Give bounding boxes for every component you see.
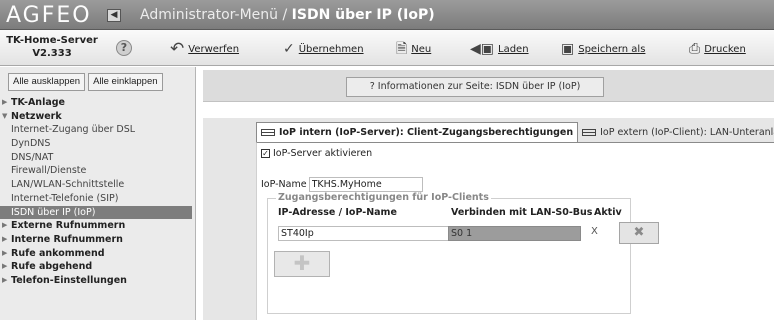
expand-controls: Alle ausklappen Alle einklappen (8, 73, 163, 91)
save-as-button[interactable]: ▣ Speichern als (561, 40, 645, 58)
save-disk-icon: ▣ (561, 41, 575, 57)
sidebar-item-label: DynDNS (11, 138, 51, 150)
sidebar-item[interactable]: Internet-Telefonie (SIP) (0, 192, 195, 206)
new-label: Neu (411, 43, 432, 55)
apply-label: Übernehmen (298, 43, 364, 55)
sidebar-item-label: Netzwerk (11, 110, 62, 122)
sidebar-item-label: ISDN über IP (IoP) (11, 206, 96, 218)
tab-iop-extern[interactable]: IoP extern (IoP-Client): LAN-Unteranlage (578, 122, 774, 142)
tab-iop-intern[interactable]: IoP intern (IoP-Server): Client-Zugangsb… (256, 122, 579, 142)
sidebar-item-label: Internet-Telefonie (SIP) (11, 192, 119, 204)
client-ip-input[interactable] (278, 226, 450, 241)
sidebar-item[interactable]: DynDNS (0, 137, 195, 151)
col-header-ip: IP-Adresse / IoP-Name (278, 207, 397, 218)
title-prefix: Administrator-Menü / (140, 7, 292, 23)
discard-label: Verwerfen (188, 43, 240, 55)
sidebar-group[interactable]: ▼ Netzwerk (0, 110, 195, 124)
new-document-icon: 🗎 (396, 41, 408, 57)
triangle-right-icon: ▶ (2, 234, 8, 243)
collapse-all-button[interactable]: Alle einklappen (88, 73, 163, 91)
sidebar-group[interactable]: ▶ Rufe abgehend (0, 260, 195, 274)
back-arrow-icon[interactable]: ◀ (107, 9, 121, 22)
server-active-row: ✓ IoP-Server aktivieren (261, 148, 372, 159)
toolbar: TK-Home-Server V2.333 ? ↶ Verwerfen ✓ Üb… (0, 30, 774, 66)
triangle-right-icon: ▶ (2, 221, 8, 230)
apply-button[interactable]: ✓ Übernehmen (283, 40, 364, 58)
sidebar: Alle ausklappen Alle einklappen ▶ TK-Anla… (0, 67, 196, 320)
triangle-right-icon: ▶ (2, 262, 8, 271)
triangle-right-icon: ▶ (2, 275, 8, 284)
delete-row-button[interactable]: ✖ (619, 222, 659, 244)
page-info-button[interactable]: ? Informationen zur Seite: ISDN über IP … (346, 77, 604, 97)
info-bar: ? Informationen zur Seite: ISDN über IP … (203, 70, 774, 102)
title-bar: AGFEO ◀ Administrator-Menü / ISDN über I… (0, 0, 774, 30)
new-button[interactable]: 🗎 Neu (396, 40, 431, 58)
title-page: ISDN über IP (IoP) (291, 7, 435, 23)
sidebar-item[interactable]: LAN/WLAN-Schnittstelle (0, 178, 195, 192)
sidebar-item-label: Internet-Zugang über DSL (11, 124, 136, 136)
server-version: V2.333 (32, 48, 72, 59)
col-header-active: Aktiv (594, 207, 622, 218)
iop-name-label: IoP-Name (261, 179, 307, 190)
sidebar-item[interactable]: Internet-Zugang über DSL (0, 123, 195, 137)
access-fieldset: Zugangsberechtigungen für IoP-Clients IP… (267, 192, 659, 314)
checkmark-icon: ✓ (283, 41, 295, 57)
add-icon: ✚ (293, 251, 311, 275)
content-area: IoP intern (IoP-Server): Client-Zugangsb… (203, 118, 774, 320)
tab-panel: ✓ IoP-Server aktivieren IoP-Name Zugangs… (256, 142, 774, 320)
load-disk-icon: ◀▣ (470, 41, 494, 57)
sidebar-item-label: Rufe abgehend (11, 261, 93, 273)
sidebar-group[interactable]: ▶ Externe Rufnummern (0, 219, 195, 233)
page-title: Administrator-Menü / ISDN über IP (IoP) (140, 7, 435, 23)
sidebar-item-label: TK-Anlage (11, 97, 65, 108)
sidebar-item-label: Externe Rufnummern (11, 220, 126, 232)
add-row-button[interactable]: ✚ (274, 251, 330, 277)
server-info: TK-Home-Server V2.333 (6, 34, 98, 60)
main-area: ? Informationen zur Seite: ISDN über IP … (197, 67, 774, 320)
sidebar-item-label: Firewall/Dienste (11, 165, 87, 177)
undo-icon: ↶ (170, 39, 185, 59)
triangle-right-icon: ▶ (2, 248, 8, 257)
active-checkbox[interactable]: X (591, 226, 598, 237)
iop-name-row: IoP-Name (261, 177, 423, 192)
sidebar-item[interactable]: Firewall/Dienste (0, 164, 195, 178)
col-header-bus: Verbinden mit LAN-S0-Bus (451, 207, 593, 218)
expand-all-button[interactable]: Alle ausklappen (8, 73, 86, 91)
sidebar-group[interactable]: ▶ Rufe ankommend (0, 247, 195, 261)
network-table-icon (582, 128, 597, 136)
sidebar-nav: ▶ TK-Anlage ▼ Netzwerk Internet-Zugang über … (0, 96, 195, 288)
sidebar-item-label: Interne Rufnummern (11, 233, 123, 245)
iop-name-input[interactable] (308, 177, 423, 192)
server-active-label: IoP-Server aktivieren (273, 148, 373, 159)
printer-icon: ⎙ (689, 41, 701, 57)
sidebar-item-active[interactable]: ISDN über IP (IoP) (0, 205, 192, 220)
discard-button[interactable]: ↶ Verwerfen (170, 40, 239, 58)
tab-iop-extern-label: IoP extern (IoP-Client): LAN-Unteranlage (600, 126, 774, 138)
help-button[interactable]: ? (116, 40, 132, 56)
print-button[interactable]: ⎙ Drucken (689, 40, 746, 58)
print-label: Drucken (704, 43, 746, 55)
access-legend: Zugangsberechtigungen für IoP-Clients (276, 192, 491, 203)
sidebar-item-label: Telefon-Einstellungen (11, 274, 127, 286)
triangle-right-icon: ▶ (2, 98, 8, 106)
sidebar-group[interactable]: ▶ Telefon-Einstellungen (0, 274, 195, 288)
agfeo-logo: AGFEO (6, 3, 92, 28)
tab-bar: IoP intern (IoP-Server): Client-Zugangsb… (256, 122, 774, 142)
sidebar-item-label: DNS/NAT (11, 151, 54, 163)
save-as-label: Speichern als (578, 43, 646, 55)
sidebar-item-label: Rufe ankommend (11, 247, 105, 259)
load-button[interactable]: ◀▣ Laden (470, 40, 529, 58)
bus-select[interactable]: S0 1 (448, 226, 581, 241)
delete-icon: ✖ (633, 225, 645, 240)
server-active-checkbox[interactable]: ✓ (261, 149, 270, 158)
load-label: Laden (498, 43, 529, 55)
sidebar-item-label: LAN/WLAN-Schnittstelle (11, 179, 125, 191)
triangle-down-icon: ▼ (2, 111, 8, 120)
tab-iop-intern-label: IoP intern (IoP-Server): Client-Zugangsb… (279, 127, 574, 138)
sidebar-group[interactable]: ▶ Interne Rufnummern (0, 233, 195, 247)
sidebar-item[interactable]: DNS/NAT (0, 151, 195, 165)
server-name: TK-Home-Server (6, 35, 98, 46)
network-table-icon (261, 129, 275, 136)
sidebar-group[interactable]: ▶ TK-Anlage (0, 96, 195, 110)
